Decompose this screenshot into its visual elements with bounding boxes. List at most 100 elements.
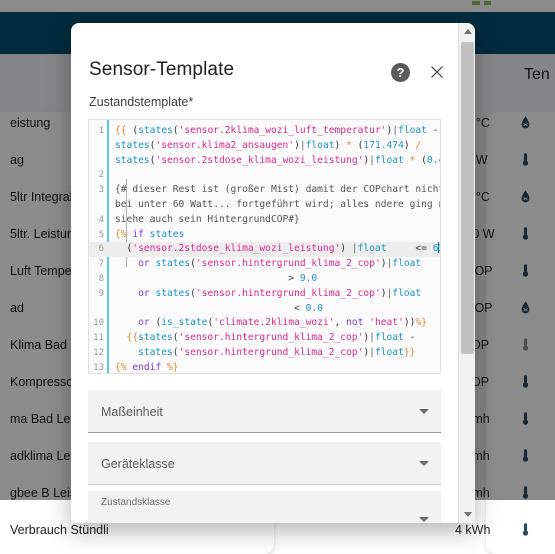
close-icon[interactable] xyxy=(426,61,448,83)
code-line: 7 or states('sensor.hintergrund_klima_2_… xyxy=(89,257,441,272)
thermometer-icon xyxy=(520,522,534,538)
code-token: ) xyxy=(335,140,347,151)
code-token: is_state xyxy=(161,317,207,328)
code-token: - xyxy=(427,125,439,136)
line-number: 11 xyxy=(89,331,104,346)
chevron-down-icon xyxy=(419,461,429,466)
code-line: 5 {% if states xyxy=(89,228,441,243)
code-token: {{ xyxy=(115,125,127,136)
code-line: 3 {# dieser Rest ist (großer Mist) damit … xyxy=(89,183,441,198)
code-token: or xyxy=(138,288,150,299)
line-number: 12 xyxy=(89,346,104,361)
code-token: if xyxy=(132,229,144,240)
code-token xyxy=(115,273,288,284)
code-line: bei unter 60 Watt... fortgeführt wird; a… xyxy=(89,198,441,213)
code-token: float xyxy=(375,347,404,358)
code-line: 6 ('sensor.2stdose_klima_wozi_leistung')… xyxy=(89,242,441,257)
code-token: 'sensor.hintergrund_klima_2_cop' xyxy=(196,288,381,299)
code-token: 'sensor.hintergrund_klima_2_cop' xyxy=(196,258,381,269)
help-icon[interactable]: ? xyxy=(391,63,410,82)
code-token: float xyxy=(375,155,404,166)
code-token: states xyxy=(155,288,190,299)
code-token: )) xyxy=(404,317,416,328)
code-token: - xyxy=(404,332,416,343)
code-token: 'sensor.2stdose_klima_wozi_leistung' xyxy=(155,155,363,166)
chevron-down-icon xyxy=(419,517,429,522)
code-token: float xyxy=(392,258,421,269)
code-token: ( xyxy=(352,140,364,151)
device-class-label: Geräteklasse xyxy=(101,457,175,471)
chevron-down-icon xyxy=(419,409,429,414)
code-token: <= xyxy=(415,243,427,254)
code-token xyxy=(115,288,138,299)
scroll-down-icon[interactable] xyxy=(459,506,475,523)
code-token: 'sensor.hintergrund_klima_2_cop' xyxy=(179,332,364,343)
code-token: 'sensor.2klima_wozi_luft_temperatur' xyxy=(179,125,387,136)
code-token: {{ xyxy=(115,332,138,343)
code-line: 9 or states('sensor.hintergrund_klima_2_… xyxy=(89,287,441,302)
code-token: float xyxy=(306,140,335,151)
code-token: states xyxy=(138,125,173,136)
code-token: or xyxy=(138,317,150,328)
line-number: 8 xyxy=(89,272,104,287)
code-token: %} xyxy=(167,362,179,373)
code-token: , xyxy=(335,317,347,328)
entity-value: 4 kWh xyxy=(455,523,490,537)
code-token: 9.0 xyxy=(300,273,317,284)
code-token: / xyxy=(415,140,421,151)
dialog-scrollbar[interactable] xyxy=(458,23,475,523)
line-number: 5 xyxy=(89,228,104,243)
state-class-label: Zustandsklasse xyxy=(101,497,170,508)
measurement-unit-select[interactable]: Maßeinheit xyxy=(88,390,441,433)
code-token: siehe auch sein HintergrundCOP#} xyxy=(115,214,300,225)
code-token xyxy=(115,317,138,328)
code-line: 1{{ (states('sensor.2klima_wozi_luft_tem… xyxy=(89,124,441,139)
code-token: float xyxy=(375,332,404,343)
line-number: 3 xyxy=(89,183,104,198)
sensor-template-dialog: Sensor-Template ? Zustandstemplate* 1{{ … xyxy=(71,23,475,523)
line-number: 4 xyxy=(89,213,104,228)
code-token: ( xyxy=(415,155,427,166)
template-field-label: Zustandstemplate* xyxy=(89,95,193,109)
code-token: 171.474 xyxy=(363,140,403,151)
line-number: 6 xyxy=(89,242,104,257)
code-token: {% xyxy=(115,229,127,240)
code-token xyxy=(115,303,294,314)
code-line: 2 xyxy=(89,168,441,183)
code-token: ( xyxy=(150,317,162,328)
code-token: endif xyxy=(132,362,161,373)
help-icon-glyph: ? xyxy=(397,65,405,80)
chevron-down-small-icon: ⌄ xyxy=(403,519,413,523)
line-number: 2 xyxy=(89,168,104,183)
code-token: 'heat' xyxy=(369,317,404,328)
code-token xyxy=(115,258,138,269)
code-line: 4 siehe auch sein HintergrundCOP#} xyxy=(89,213,441,228)
code-token: states xyxy=(150,229,185,240)
code-token: 'climate.2klima_wozi' xyxy=(213,317,334,328)
line-number: 13 xyxy=(89,361,104,374)
scroll-up-icon[interactable] xyxy=(459,23,475,40)
code-token: bei unter 60 Watt... fortgeführt wird; a… xyxy=(115,199,441,210)
code-token: float xyxy=(392,288,421,299)
line-number: 7 xyxy=(89,257,104,272)
code-token: states xyxy=(138,332,173,343)
code-token: {# dieser Rest ist (großer Mist) damit d… xyxy=(115,184,441,195)
code-token: ) xyxy=(404,140,416,151)
code-line: 11 {{states('sensor.hintergrund_klima_2_… xyxy=(89,331,441,346)
code-line: states('sensor.klima2_ansaugen')|float) … xyxy=(89,139,441,154)
line-number: 9 xyxy=(89,287,104,302)
entity-name: Verbrauch Stündli xyxy=(10,523,109,537)
line-number: 10 xyxy=(89,316,104,331)
state-class-select[interactable]: Zustandsklasse ⌄ xyxy=(88,491,441,523)
device-class-select[interactable]: Geräteklasse xyxy=(88,442,441,485)
code-token: ) xyxy=(340,243,352,254)
state-template-code-editor[interactable]: 1{{ (states('sensor.2klima_wozi_luft_tem… xyxy=(88,119,441,374)
code-token: not xyxy=(346,317,363,328)
measurement-unit-label: Maßeinheit xyxy=(101,405,163,419)
code-token: 'sensor.hintergrund_klima_2_cop' xyxy=(179,347,364,358)
code-line: 10 or (is_state('climate.2klima_wozi', n… xyxy=(89,316,441,331)
code-token xyxy=(387,243,416,254)
code-token: 'sensor.2stdose_klima_wozi_leistung' xyxy=(132,243,340,254)
scrollbar-thumb[interactable] xyxy=(461,42,474,354)
dialog-body: Sensor-Template ? Zustandstemplate* 1{{ … xyxy=(71,23,457,523)
